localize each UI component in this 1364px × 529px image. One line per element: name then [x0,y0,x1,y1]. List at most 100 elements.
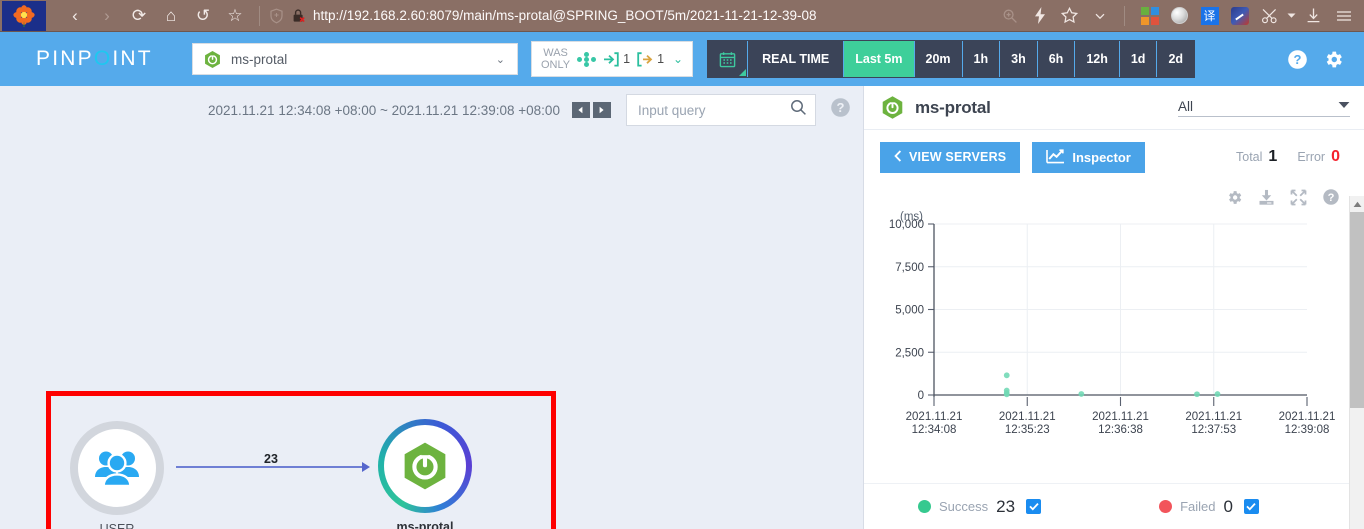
y-tick-label: 10,000 [889,219,924,231]
query-bar: 2021.11.21 12:34:08 +08:00 ~ 2021.11.21 … [0,86,863,134]
x-tick-label: 12:35:23 [1005,424,1050,436]
servermap-link-label[interactable]: 23 [261,452,281,466]
toolbar-divider-2 [1124,5,1125,26]
chevron-down-icon[interactable]: ⌄ [673,52,683,66]
lightning-icon[interactable] [1025,2,1054,30]
x-tick-label: 2021.11.21 [1279,411,1336,423]
globe-icon[interactable] [1165,2,1194,30]
svg-text:?: ? [1328,192,1335,204]
x-tick-label: 2021.11.21 [1185,411,1242,423]
browser-extensions-area: 译 [995,2,1364,30]
y-tick-label: 7,500 [895,262,924,274]
help-icon[interactable]: ? [1286,48,1308,70]
translate-icon[interactable]: 译 [1195,2,1224,30]
spring-boot-icon [404,442,446,490]
servermap-node-user[interactable]: USER [70,421,164,529]
zoom-icon[interactable] [995,2,1024,30]
x-tick-label: 2021.11.21 [1092,411,1149,423]
time-range-3h[interactable]: 3h [1000,41,1038,77]
scatter-point[interactable] [1003,391,1010,398]
scatter-point[interactable] [1078,391,1085,397]
forward-icon: › [104,6,110,25]
time-range-20m[interactable]: 20m [915,41,963,77]
scissors-caret-icon[interactable] [1285,2,1298,30]
detail-panel-scrollbar[interactable] [1349,196,1364,529]
time-range-6h[interactable]: 6h [1038,41,1076,77]
time-range-1h[interactable]: 1h [963,41,1001,77]
download-icon[interactable] [1258,189,1275,206]
flower-favicon[interactable] [2,0,46,31]
was-only-filter[interactable]: WAS ONLY 1 1 ⌄ [531,41,694,77]
lock-blocked-icon[interactable] [291,8,306,24]
legend-checkbox-success[interactable] [1026,499,1042,514]
chevron-down-icon[interactable] [1085,2,1114,30]
reload-button[interactable]: ⟳ [124,2,154,30]
download-icon[interactable] [1299,2,1328,30]
chevron-left-icon [894,149,902,165]
legend-item-success[interactable]: Success 23 [918,496,1042,517]
inbound-count-group[interactable]: 1 [603,51,630,67]
agent-filter-select[interactable]: All [1178,99,1350,117]
scatter-point[interactable] [1194,391,1200,398]
home-button[interactable]: ⌂ [156,2,186,30]
search-icon[interactable] [790,99,807,121]
view-servers-button[interactable]: VIEW SERVERS [880,141,1021,173]
menu-icon[interactable] [1329,2,1358,30]
date-range-text: 2021.11.21 12:34:08 +08:00 ~ 2021.11.21 … [208,102,560,118]
search-input[interactable] [637,102,790,118]
scatter-point[interactable] [1214,391,1221,397]
history-icon: ↺ [195,6,211,25]
time-prev-button[interactable] [571,102,590,118]
outbound-count-group[interactable]: 1 [637,51,664,67]
scissors-icon[interactable] [1255,2,1284,30]
time-next-button[interactable] [592,102,611,118]
expand-icon[interactable] [1290,189,1307,206]
calendar-icon[interactable] [708,41,749,77]
error-label: Error [1297,150,1326,164]
response-time-scatter-chart[interactable]: (ms) 0 2,500 5,000 7,500 10,000 2021.11.21 12:3… [864,210,1364,483]
forward-button[interactable]: › [92,2,122,30]
app-node-label: ms-protal [396,520,454,529]
gear-icon[interactable] [1226,189,1243,206]
node-dots-icon [577,51,597,67]
inspector-button[interactable]: Inspector [1032,141,1145,173]
chart-svg[interactable]: (ms)02,5005,0007,50010,0002021.11.2112:3… [864,210,1364,460]
bookmark-button[interactable]: ☆ [220,2,250,30]
detail-title-row: ms-protal All [864,86,1364,130]
legend-value-success: 23 [996,496,1016,516]
star-icon[interactable] [1055,2,1084,30]
shield-icon[interactable] [269,8,284,24]
arrow-in-icon [604,51,619,66]
servermap-canvas[interactable]: USER 23 ms-protal [51,396,551,529]
speedometer-icon[interactable] [1225,2,1254,30]
app-node-circle[interactable] [378,419,472,513]
legend-checkbox-failed[interactable] [1243,499,1259,514]
back-button[interactable]: ‹ [60,2,90,30]
scatter-point[interactable] [1003,372,1010,379]
history-button[interactable]: ↺ [188,2,218,30]
time-range-12h[interactable]: 12h [1075,41,1120,77]
user-node-circle[interactable] [70,421,164,515]
application-select[interactable]: ms-protal ⌄ [192,43,518,75]
pinpoint-logo[interactable]: PINPOINT [14,47,192,71]
chevron-down-icon [1338,101,1350,112]
time-range-last-5m[interactable]: Last 5m [844,41,915,77]
time-range-1d[interactable]: 1d [1120,41,1158,77]
scrollbar-thumb[interactable] [1350,212,1364,408]
chevron-down-icon: ⌄ [495,53,505,66]
gear-icon[interactable] [1322,48,1344,70]
scrollbar-up-button[interactable] [1350,196,1364,212]
time-range-real-time[interactable]: REAL TIME [748,41,845,77]
address-bar[interactable]: http://192.168.2.60:8079/main/ms-protal@… [269,8,995,24]
extensions-grid-icon[interactable] [1135,2,1164,30]
help-icon[interactable]: ? [830,97,851,123]
servermap-link-line[interactable] [176,466,364,468]
flower-icon [13,4,35,27]
time-range-2d[interactable]: 2d [1157,41,1194,77]
search-input-wrapper[interactable] [625,94,816,126]
x-tick-label: 2021.11.21 [999,411,1056,423]
x-tick-label: 12:39:08 [1285,424,1330,436]
servermap-node-ms-protal[interactable]: ms-protal [378,419,472,529]
legend-item-failed[interactable]: Failed 0 [1159,497,1259,517]
help-icon[interactable]: ? [1322,188,1340,206]
